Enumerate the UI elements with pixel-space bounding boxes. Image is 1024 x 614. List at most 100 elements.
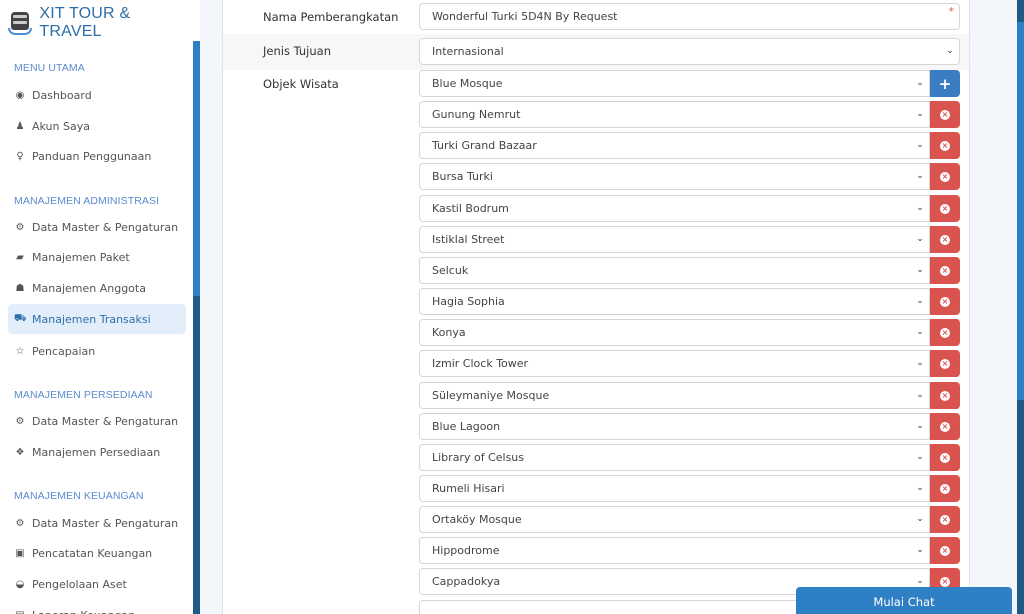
- objek-wisata-value: Süleymaniye Mosque: [432, 389, 550, 402]
- objek-wisata-select[interactable]: Selcuk ⌄: [419, 257, 930, 284]
- sidebar-item-data-master-pengaturan[interactable]: ⚙ Data Master & Pengaturan: [8, 212, 186, 242]
- times-circle-icon: ×: [940, 545, 950, 556]
- cogs-icon: ⚙: [15, 517, 25, 529]
- sidebar-item-label: Manajemen Transaksi: [32, 312, 151, 326]
- sidebar-item-manajemen-paket[interactable]: ▰ Manajemen Paket: [8, 242, 186, 272]
- nama-label: Nama Pemberangkatan: [263, 10, 399, 24]
- objek-wisata-select[interactable]: Bursa Turki ⌄: [419, 163, 930, 190]
- sidebar: XIT TOUR & TRAVEL MENU UTAMA ◉ Dashboard ♟ A…: [0, 0, 193, 614]
- database-icon: [8, 10, 32, 36]
- sidebar-section-title: MENU UTAMA: [14, 62, 85, 74]
- remove-objek-button[interactable]: ×: [930, 163, 960, 190]
- remove-objek-button[interactable]: ×: [930, 226, 960, 253]
- sidebar-item-label: Pencatatan Keuangan: [32, 546, 153, 560]
- nama-pemberangkatan-input[interactable]: Wonderful Turki 5D4N By Request *: [419, 3, 960, 30]
- chevron-down-icon: ⌄: [916, 234, 924, 244]
- times-circle-icon: ×: [940, 296, 950, 307]
- remove-objek-button[interactable]: ×: [930, 444, 960, 471]
- times-circle-icon: ×: [940, 390, 950, 401]
- sidebar-section-title: MANAJEMEN ADMINISTRASI: [14, 195, 160, 207]
- remove-objek-button[interactable]: ×: [930, 382, 960, 409]
- remove-objek-button[interactable]: ×: [930, 132, 960, 159]
- remove-objek-button[interactable]: ×: [930, 101, 960, 128]
- chevron-down-icon: ⌄: [916, 483, 924, 493]
- chevron-down-icon: ⌄: [916, 358, 924, 368]
- cart-icon: ⛟: [14, 312, 27, 324]
- objek-wisata-select[interactable]: Blue Lagoon ⌄: [419, 413, 930, 440]
- sidebar-item-manajemen-transaksi[interactable]: ⛟ Manajemen Transaksi: [8, 304, 186, 334]
- times-circle-icon: ×: [940, 171, 950, 182]
- remove-objek-button[interactable]: ×: [930, 475, 960, 502]
- nama-value: Wonderful Turki 5D4N By Request: [432, 10, 618, 23]
- objek-wisata-value: Blue Lagoon: [432, 420, 501, 433]
- objek-wisata-select[interactable]: Süleymaniye Mosque ⌄: [419, 382, 930, 409]
- sidebar-item-pengelolaan-aset[interactable]: ◒ Pengelolaan Aset: [8, 569, 186, 599]
- remove-objek-button[interactable]: ×: [930, 288, 960, 315]
- objek-wisata-select[interactable]: Izmir Clock Tower ⌄: [419, 350, 930, 377]
- money-icon: ▣: [15, 547, 25, 559]
- objek-wisata-value: Gunung Nemrut: [432, 108, 521, 121]
- globe-icon: ◉: [15, 89, 25, 101]
- objek-wisata-select[interactable]: Gunung Nemrut ⌄: [419, 101, 930, 128]
- objek-wisata-select[interactable]: Turki Grand Bazaar ⌄: [419, 132, 930, 159]
- objek-wisata-select[interactable]: Konya ⌄: [419, 319, 930, 346]
- objek-wisata-value: Selcuk: [432, 264, 469, 277]
- remove-objek-button[interactable]: ×: [930, 319, 960, 346]
- objek-wisata-select[interactable]: Library of Celsus ⌄: [419, 444, 930, 471]
- sidebar-item-panduan-penggunaan[interactable]: ♀ Panduan Penggunaan: [8, 141, 186, 171]
- sidebar-item-data-master-pengaturan[interactable]: ⚙ Data Master & Pengaturan: [8, 406, 186, 436]
- objek-wisata-select[interactable]: Hagia Sophia ⌄: [419, 288, 930, 315]
- objek-wisata-select[interactable]: Kastil Bodrum ⌄: [419, 195, 930, 222]
- chevron-down-icon: ⌄: [916, 545, 924, 555]
- chevron-down-icon: ⌄: [916, 327, 924, 337]
- jenis-tujuan-select[interactable]: Internasional ⌄: [419, 38, 960, 65]
- sidebar-item-pencatatan-keuangan[interactable]: ▣ Pencatatan Keuangan: [8, 538, 186, 568]
- objek-wisata-value: Hagia Sophia: [432, 295, 505, 308]
- sidebar-section-title: MANAJEMEN KEUANGAN: [14, 490, 144, 502]
- brand-name: XIT TOUR & TRAVEL: [39, 5, 131, 40]
- sidebar-item-label: Manajemen Persediaan: [32, 445, 161, 459]
- objek-wisata-select[interactable]: Rumeli Hisari ⌄: [419, 475, 930, 502]
- sidebar-item-label: Dashboard: [32, 88, 92, 102]
- lightbulb-icon: ♀: [16, 150, 24, 162]
- objek-wisata-select[interactable]: Istiklal Street ⌄: [419, 226, 930, 253]
- chevron-down-icon: ⌄: [916, 78, 924, 88]
- sidebar-item-label: Manajemen Anggota: [32, 281, 146, 295]
- chevron-down-icon: ⌄: [916, 296, 924, 306]
- objek-wisata-select[interactable]: Hippodrome ⌄: [419, 537, 930, 564]
- start-chat-button[interactable]: Mulai Chat: [796, 587, 1012, 614]
- objek-wisata-value: Cappadokya: [432, 575, 501, 588]
- sidebar-item-akun-saya[interactable]: ♟ Akun Saya: [8, 111, 186, 141]
- sidebar-scrollbar[interactable]: [193, 0, 200, 614]
- remove-objek-button[interactable]: ×: [930, 506, 960, 533]
- user-icon: ♟: [15, 120, 25, 132]
- page-scrollbar[interactable]: [1017, 0, 1024, 614]
- users-icon: ☗: [15, 282, 25, 294]
- brand[interactable]: XIT TOUR & TRAVEL: [8, 5, 193, 40]
- sidebar-item-label: Data Master & Pengaturan: [32, 516, 179, 530]
- sidebar-item-dashboard[interactable]: ◉ Dashboard: [8, 80, 186, 110]
- sidebar-item-label: Manajemen Paket: [32, 250, 130, 264]
- sidebar-item-manajemen-persediaan[interactable]: ❖ Manajemen Persediaan: [8, 437, 186, 467]
- sidebar-item-data-master-pengaturan[interactable]: ⚙ Data Master & Pengaturan: [8, 508, 186, 538]
- times-circle-icon: ×: [940, 452, 950, 463]
- sidebar-item-label: Laporan Keuangan: [32, 609, 135, 614]
- sidebar-item-manajemen-anggota[interactable]: ☗ Manajemen Anggota: [8, 273, 186, 303]
- sidebar-item-pencapaian[interactable]: ☆ Pencapaian: [8, 336, 186, 366]
- remove-objek-button[interactable]: ×: [930, 537, 960, 564]
- sidebar-section-title: MANAJEMEN PERSEDIAAN: [14, 389, 153, 401]
- chevron-down-icon: ⌄: [916, 421, 924, 431]
- remove-objek-button[interactable]: ×: [930, 257, 960, 284]
- sidebar-item-laporan-keuangan[interactable]: ▤ Laporan Keuangan: [8, 600, 186, 614]
- objek-wisata-select[interactable]: Blue Mosque ⌄: [419, 70, 930, 97]
- objek-wisata-select[interactable]: Ortaköy Mosque ⌄: [419, 506, 930, 533]
- times-circle-icon: ×: [940, 203, 950, 214]
- remove-objek-button[interactable]: ×: [930, 350, 960, 377]
- remove-objek-button[interactable]: ×: [930, 413, 960, 440]
- remove-objek-button[interactable]: ×: [930, 195, 960, 222]
- form-card: Nama Pemberangkatan Wonderful Turki 5D4N…: [222, 0, 970, 614]
- inbox-icon: ◒: [15, 578, 25, 590]
- objek-label: Objek Wisata: [263, 77, 339, 91]
- chevron-down-icon: ⌄: [946, 46, 954, 56]
- add-objek-button[interactable]: +: [930, 70, 960, 97]
